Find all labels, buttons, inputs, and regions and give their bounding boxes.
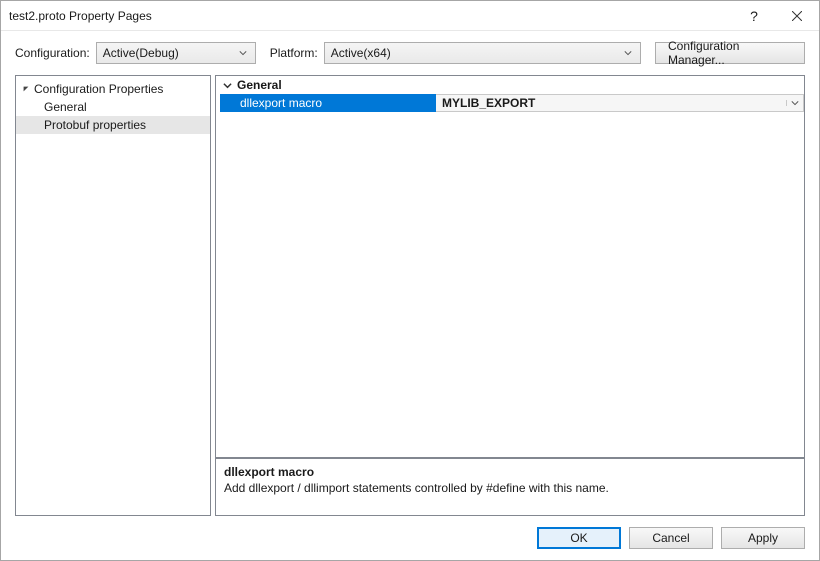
window-title: test2.proto Property Pages <box>9 9 734 23</box>
category-tree[interactable]: Configuration Properties General Protobu… <box>15 75 211 516</box>
configuration-value: Active(Debug) <box>103 46 179 60</box>
close-icon <box>792 11 802 21</box>
collapse-icon <box>20 83 32 95</box>
cancel-button[interactable]: Cancel <box>629 527 713 549</box>
configuration-combo[interactable]: Active(Debug) <box>96 42 256 64</box>
platform-label: Platform: <box>270 46 318 60</box>
property-grid: General dllexport macro MYLIB_EXPORT <box>215 75 805 458</box>
dialog-footer: OK Cancel Apply <box>1 516 819 560</box>
platform-combo[interactable]: Active(x64) <box>324 42 641 64</box>
property-category-label: General <box>237 78 282 92</box>
titlebar: test2.proto Property Pages ? <box>1 1 819 31</box>
configuration-label: Configuration: <box>15 46 90 60</box>
apply-button[interactable]: Apply <box>721 527 805 549</box>
close-button[interactable] <box>774 1 819 30</box>
property-value-cell[interactable]: MYLIB_EXPORT <box>436 94 804 112</box>
description-panel: dllexport macro Add dllexport / dllimpor… <box>215 458 805 516</box>
ok-button[interactable]: OK <box>537 527 621 549</box>
chevron-down-icon <box>235 50 251 56</box>
property-row-dllexport-macro[interactable]: dllexport macro MYLIB_EXPORT <box>216 94 804 112</box>
tree-root-label: Configuration Properties <box>34 82 163 96</box>
property-value: MYLIB_EXPORT <box>442 96 535 110</box>
tree-root-configuration-properties[interactable]: Configuration Properties <box>16 80 210 98</box>
chevron-down-icon <box>791 100 799 106</box>
collapse-icon <box>220 78 234 92</box>
tree-item-label: General <box>44 100 87 114</box>
help-button[interactable]: ? <box>734 1 774 30</box>
description-title: dllexport macro <box>224 465 796 479</box>
configuration-manager-button[interactable]: Configuration Manager... <box>655 42 805 64</box>
configuration-bar: Configuration: Active(Debug) Platform: A… <box>1 31 819 75</box>
main-area: Configuration Properties General Protobu… <box>1 75 819 516</box>
property-category-header[interactable]: General <box>216 76 804 94</box>
chevron-down-icon <box>620 50 636 56</box>
tree-item-protobuf-properties[interactable]: Protobuf properties <box>16 116 210 134</box>
property-panel: General dllexport macro MYLIB_EXPORT <box>215 75 805 516</box>
property-pages-dialog: test2.proto Property Pages ? Configurati… <box>0 0 820 561</box>
tree-item-label: Protobuf properties <box>44 118 146 132</box>
property-dropdown-button[interactable] <box>786 100 803 106</box>
platform-value: Active(x64) <box>331 46 391 60</box>
property-name: dllexport macro <box>220 94 436 112</box>
description-body: Add dllexport / dllimport statements con… <box>224 481 796 495</box>
tree-item-general[interactable]: General <box>16 98 210 116</box>
